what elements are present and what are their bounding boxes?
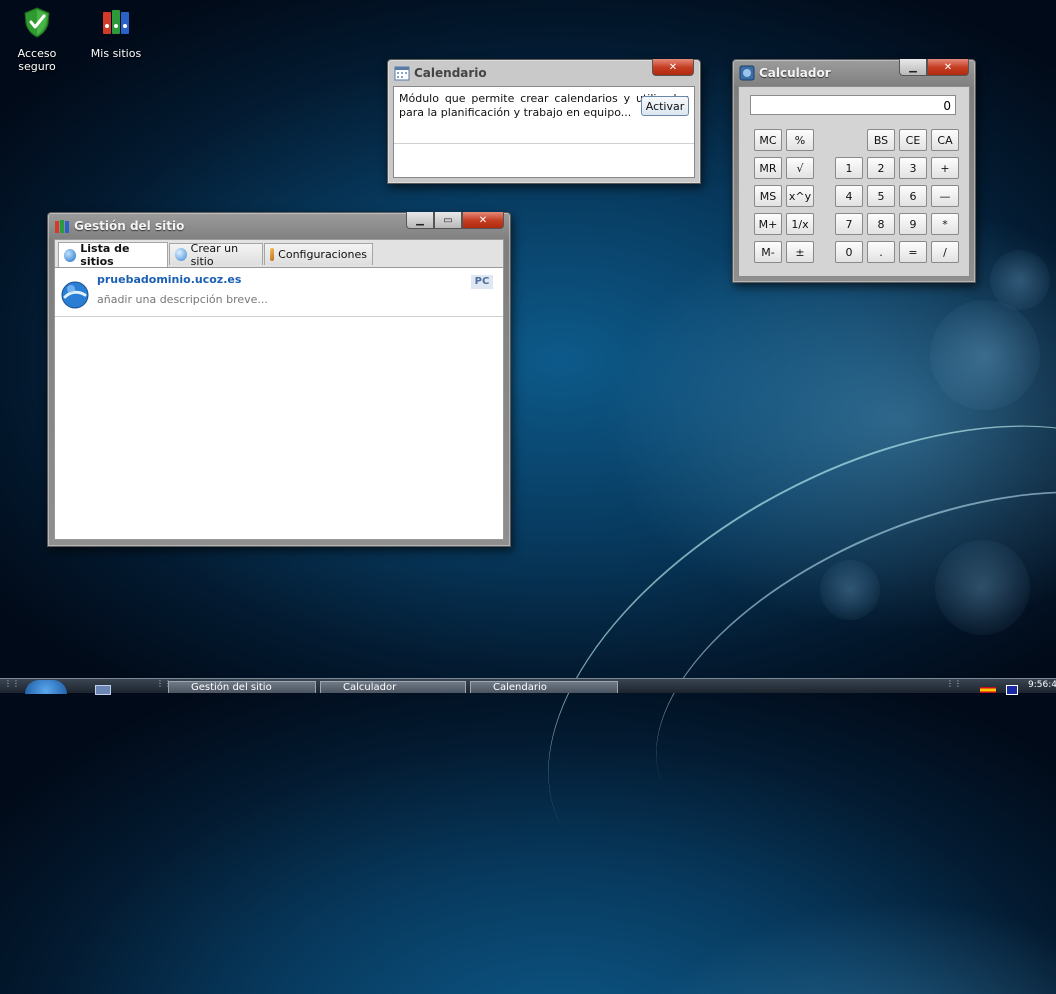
taskbar-grip: ⋮⋮	[4, 679, 20, 688]
bokeh-light	[820, 560, 880, 620]
tab-label: Crear un sitio	[190, 241, 239, 268]
key-0[interactable]: 0	[835, 241, 863, 263]
binders-icon	[103, 10, 129, 34]
globe-add-icon	[175, 248, 187, 261]
key-sqrt[interactable]: √	[786, 157, 814, 179]
key-mplus[interactable]: M+	[754, 213, 782, 235]
calendario-body: Módulo que permite crear calendarios y u…	[393, 86, 695, 178]
key-7[interactable]: 7	[835, 213, 863, 235]
key-3[interactable]: 3	[899, 157, 927, 179]
key-minus[interactable]: —	[931, 185, 959, 207]
key-5[interactable]: 5	[867, 185, 895, 207]
taskbar-item-calculador[interactable]: Calculador	[320, 681, 466, 693]
list-item[interactable]: pruebadominio.ucoz.es añadir una descrip…	[55, 268, 503, 317]
window-title: Gestión del sitio	[74, 219, 185, 233]
tab-configuraciones[interactable]: Configuraciones	[264, 243, 373, 265]
light-streak	[471, 328, 1056, 994]
minimize-button[interactable]: ▁	[899, 59, 927, 76]
tab-label: Lista de sitios	[80, 242, 130, 268]
gestion-window: Gestión del sitio ▁ ▭ ✕ Lista de sitios …	[47, 212, 511, 547]
desktop-icon-mis-sitios[interactable]: Mis sitios	[81, 2, 151, 60]
maximize-button[interactable]: ▭	[434, 212, 462, 229]
tab-label: Configuraciones	[278, 248, 367, 261]
site-description[interactable]: añadir una descripción breve...	[97, 293, 268, 306]
key-decimal[interactable]: .	[867, 241, 895, 263]
site-list: pruebadominio.ucoz.es añadir una descrip…	[54, 267, 504, 540]
binders-icon	[55, 220, 69, 233]
light-streak	[605, 418, 1056, 924]
key-1[interactable]: 1	[835, 157, 863, 179]
key-plus[interactable]: +	[931, 157, 959, 179]
calculadora-window: Calculador ▁ ✕ 0 MC % BS CE CA MR √ 1 2 …	[732, 59, 976, 283]
site-domain-link[interactable]: pruebadominio.ucoz.es	[97, 273, 241, 286]
key-percent[interactable]: %	[786, 129, 814, 151]
key-power[interactable]: x^y	[786, 185, 814, 207]
calculadora-titlebar[interactable]: Calculador ▁ ✕	[733, 59, 975, 86]
desktop-icon-label: Acceso seguro	[17, 47, 57, 73]
key-mminus[interactable]: M-	[754, 241, 782, 263]
calculator-body: 0 MC % BS CE CA MR √ 1 2 3 + MS x^y 4 5 …	[738, 86, 970, 277]
calendar-icon	[394, 66, 410, 81]
key-mr[interactable]: MR	[754, 157, 782, 179]
key-equals[interactable]: =	[899, 241, 927, 263]
bokeh-light	[990, 250, 1050, 310]
close-button[interactable]: ✕	[652, 59, 694, 76]
desktop-icon-acceso-seguro[interactable]: Acceso seguro	[2, 2, 72, 73]
calculator-display: 0	[750, 95, 956, 115]
key-backspace[interactable]: BS	[867, 129, 895, 151]
key-clear-all[interactable]: CA	[931, 129, 959, 151]
tab-lista-de-sitios[interactable]: Lista de sitios	[58, 242, 168, 268]
bokeh-light	[935, 540, 1030, 635]
activate-button[interactable]: Activar	[641, 96, 689, 116]
key-9[interactable]: 9	[899, 213, 927, 235]
calculator-icon	[739, 65, 755, 81]
close-icon: ✕	[668, 61, 678, 73]
key-clear-entry[interactable]: CE	[899, 129, 927, 151]
key-mc[interactable]: MC	[754, 129, 782, 151]
window-title: Calculador	[759, 66, 831, 80]
taskbar-grip: ⋮⋮	[946, 679, 962, 688]
key-2[interactable]: 2	[867, 157, 895, 179]
shield-check-icon	[24, 7, 50, 38]
key-6[interactable]: 6	[899, 185, 927, 207]
key-divide[interactable]: /	[931, 241, 959, 263]
calendario-titlebar[interactable]: Calendario ✕	[388, 59, 700, 86]
tab-crear-un-sitio[interactable]: Crear un sitio	[169, 241, 263, 268]
clock[interactable]: 9:56:4	[1028, 680, 1056, 690]
wrench-icon	[270, 248, 275, 261]
key-4[interactable]: 4	[835, 185, 863, 207]
desktop-icon-label: Mis sitios	[90, 47, 142, 60]
site-globe-icon	[61, 281, 89, 309]
taskbar-item-calendario[interactable]: Calendario	[470, 681, 618, 693]
taskbar: ⋮⋮ ⋮⋮ Gestión del sitio Calculador Calen…	[0, 678, 1056, 695]
minimize-icon: ▁	[416, 214, 424, 226]
calendario-window: Calendario ✕ Módulo que permite crear ca…	[387, 59, 701, 184]
tray-icon[interactable]	[1006, 685, 1018, 695]
close-icon: ✕	[478, 214, 488, 226]
bokeh-light	[930, 300, 1040, 410]
minimize-button[interactable]: ▁	[406, 212, 434, 229]
platform-badge: PC	[471, 275, 493, 289]
gestion-titlebar[interactable]: Gestión del sitio ▁ ▭ ✕	[48, 212, 510, 239]
close-button[interactable]: ✕	[462, 212, 504, 229]
key-sign[interactable]: ±	[786, 241, 814, 263]
key-reciprocal[interactable]: 1/x	[786, 213, 814, 235]
minimize-icon: ▁	[909, 61, 917, 73]
taskbar-grip: ⋮⋮	[156, 679, 172, 688]
maximize-icon: ▭	[443, 214, 453, 226]
key-8[interactable]: 8	[867, 213, 895, 235]
close-button[interactable]: ✕	[927, 59, 969, 76]
spain-flag-icon[interactable]	[980, 687, 996, 693]
key-multiply[interactable]: *	[931, 213, 959, 235]
show-desktop-icon[interactable]	[95, 685, 111, 695]
taskbar-item-gestion[interactable]: Gestión del sitio	[168, 681, 316, 693]
window-title: Calendario	[414, 66, 487, 80]
key-ms[interactable]: MS	[754, 185, 782, 207]
globe-icon	[64, 248, 77, 262]
close-icon: ✕	[943, 61, 953, 73]
tab-bar: Lista de sitios Crear un sitio Configura…	[54, 239, 504, 268]
